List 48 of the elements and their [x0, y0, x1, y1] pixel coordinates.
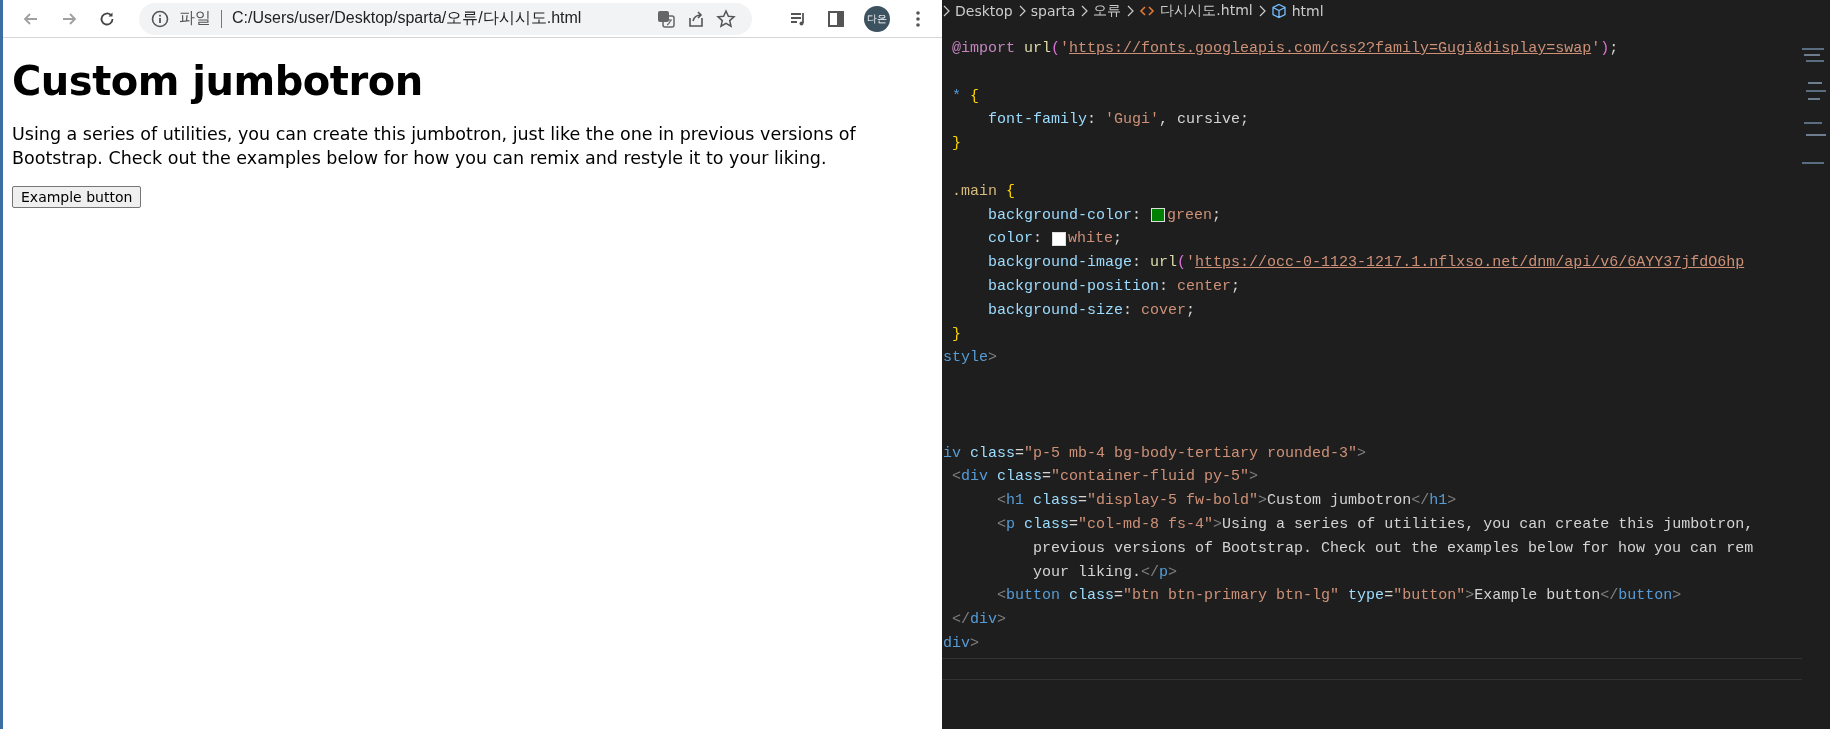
code-text: font-family: 'Gugi', cursive;	[987, 110, 1250, 131]
code-text: background-color:	[987, 205, 1143, 226]
code-text: .main {	[951, 181, 1016, 202]
code-text: div>	[943, 633, 980, 654]
address-bar[interactable]: 파일 C:/Users/user/Desktop/sparta/오류/다시시도.html	[139, 2, 753, 35]
chevron-icon	[1017, 5, 1026, 17]
code-text: }	[951, 324, 961, 345]
code-text: <div class="container-fluid py-5">	[951, 467, 1259, 488]
breadcrumb-item[interactable]: Desktop	[955, 3, 1013, 19]
breadcrumb-item[interactable]: 다시시도.html	[1160, 2, 1253, 20]
example-button[interactable]: Example button	[12, 186, 142, 208]
breadcrumb-item[interactable]: 오류	[1093, 2, 1122, 20]
code-text: <button class="btn btn-primary btn-lg" type="button">Example button</button>	[996, 586, 1682, 607]
code-text: background-image: url('https://occ-0-1123-1217.1.nflxso.net/dnm/api/v6/6AYY37jfdO6hp	[987, 253, 1745, 274]
code-text: <h1 class="display-5 fw-bold">Custom jumbotron</h1>	[996, 491, 1457, 512]
code-text: style>	[943, 348, 998, 369]
code-text: @import url('https://fonts.googleapis.com/css2?family=Gugi&display=swap');	[951, 39, 1619, 59]
code-text: background-size: cover;	[987, 300, 1196, 321]
chevron-icon	[1126, 5, 1135, 17]
code-text: iv class="p-5 mb-4 bg-body-tertiary rounded-3">	[943, 443, 1367, 464]
chevron-icon	[1257, 5, 1266, 17]
code-file-icon	[1139, 5, 1156, 17]
breadcrumb-item[interactable]: html	[1291, 3, 1324, 19]
code-text: background-position: center;	[987, 276, 1241, 297]
code-text: previous versions of Bootstrap. Check out the examples below for how you can rem	[1032, 538, 1754, 559]
star-icon[interactable]	[716, 8, 737, 29]
chevron-icon	[942, 5, 950, 17]
code-text: * {	[951, 86, 980, 107]
page-label: 파일	[179, 8, 211, 29]
cube-icon	[1270, 3, 1287, 19]
code-text: green;	[1167, 205, 1222, 226]
breadcrumb-item[interactable]: sparta	[1030, 3, 1076, 19]
color-swatch[interactable]	[1151, 208, 1166, 223]
translate-icon[interactable]	[656, 8, 677, 29]
code-text: </div>	[951, 610, 1007, 631]
page-heading: Custom jumbotron	[12, 58, 424, 104]
url-text[interactable]: C:/Users/user/Desktop/sparta/오류/다시시도.html	[232, 8, 582, 29]
page-paragraph: Using a series of utilities, you can create this jumbotron, just like the one in previous versions of Bootstrap. Check out the examples below for how you can remix and restyle it to your liking.	[12, 123, 857, 170]
chevron-icon	[1080, 5, 1089, 17]
sidebar-icon[interactable]	[826, 8, 847, 29]
code-text: <p class="col-md-8 fs-4">Using a series of utilities, you can create this jumbotron,	[996, 514, 1754, 535]
code-text: your liking.</p>	[1032, 562, 1178, 583]
code-text: }	[951, 134, 961, 155]
code-text: white;	[1068, 229, 1123, 250]
code-text: color:	[987, 229, 1044, 250]
info-icon[interactable]	[151, 9, 169, 28]
profile-avatar[interactable]: 다은	[864, 5, 890, 32]
color-swatch[interactable]	[1052, 232, 1067, 247]
